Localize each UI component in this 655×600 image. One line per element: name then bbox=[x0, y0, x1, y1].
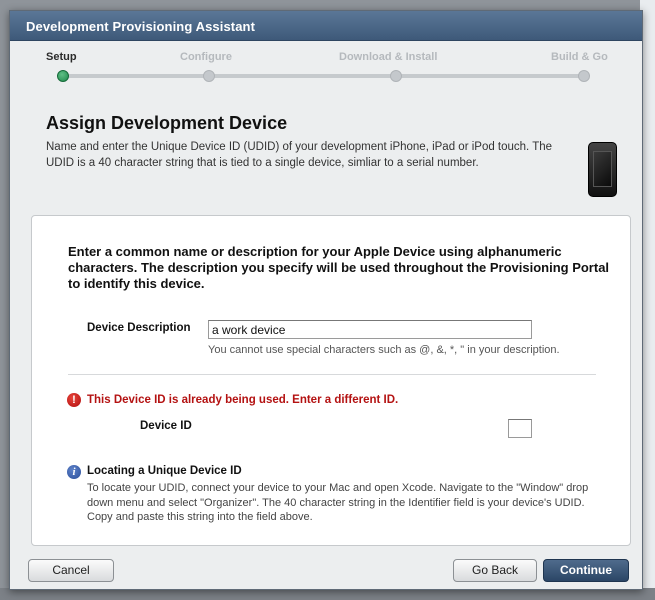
dialog-window: Development Provisioning Assistant Setup… bbox=[9, 10, 643, 590]
go-back-button[interactable]: Go Back bbox=[453, 559, 537, 582]
step-dot-download-install bbox=[390, 70, 402, 82]
device-description-input[interactable] bbox=[208, 320, 532, 339]
cancel-button[interactable]: Cancel bbox=[28, 559, 114, 582]
device-description-label: Device Description bbox=[87, 322, 191, 334]
step-label-setup: Setup bbox=[46, 51, 77, 63]
window-title: Development Provisioning Assistant bbox=[26, 19, 256, 34]
step-label-configure: Configure bbox=[180, 51, 232, 63]
device-id-label: Device ID bbox=[140, 420, 192, 432]
device-id-input[interactable] bbox=[508, 419, 532, 438]
info-body: To locate your UDID, connect your device… bbox=[87, 482, 589, 523]
step-track bbox=[63, 74, 588, 78]
step-label-download-install: Download & Install bbox=[339, 51, 438, 63]
step-label-build-go: Build & Go bbox=[551, 51, 608, 63]
step-dot-configure bbox=[203, 70, 215, 82]
page-description: Name and enter the Unique Device ID (UDI… bbox=[46, 141, 553, 169]
step-dot-build-go bbox=[578, 70, 590, 82]
error-icon: ! bbox=[67, 393, 81, 407]
divider bbox=[68, 374, 596, 375]
info-title: Locating a Unique Device ID bbox=[87, 465, 242, 477]
page-title: Assign Development Device bbox=[46, 113, 288, 133]
step-dot-setup bbox=[57, 70, 69, 82]
device-description-hint: You cannot use special characters such a… bbox=[208, 344, 560, 356]
device-form-panel: Enter a common name or description for y… bbox=[31, 215, 631, 546]
title-bar[interactable]: Development Provisioning Assistant bbox=[10, 11, 642, 41]
iphone-icon bbox=[588, 142, 617, 197]
form-intro: Enter a common name or description for y… bbox=[68, 244, 610, 291]
info-icon: i bbox=[67, 465, 81, 479]
step-progress: Setup Configure Download & Install Build… bbox=[10, 41, 642, 101]
error-message: This Device ID is already being used. En… bbox=[87, 394, 399, 406]
continue-button[interactable]: Continue bbox=[543, 559, 629, 582]
